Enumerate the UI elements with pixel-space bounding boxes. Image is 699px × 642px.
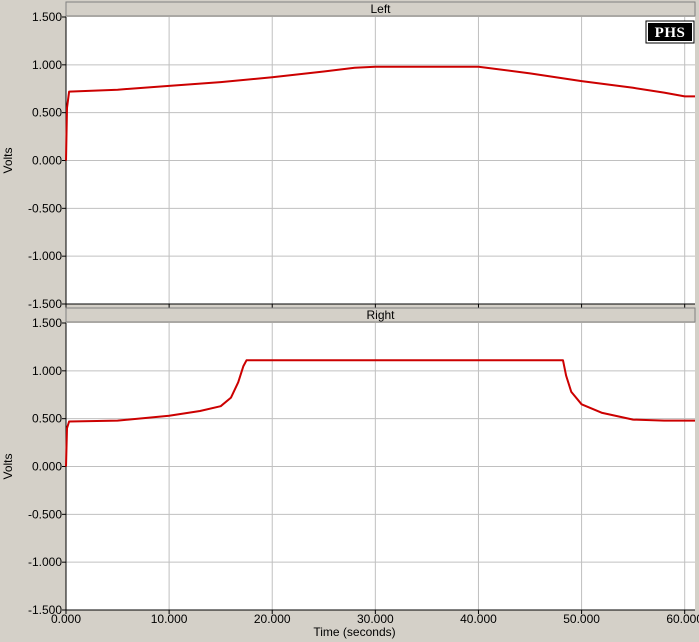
chart-panel-1: Right-1.500-1.000-0.5000.0000.5001.0001.…	[1, 307, 699, 639]
x-tick-label: 60.000	[666, 612, 699, 626]
x-tick-label: 30.000	[357, 612, 394, 626]
x-axis-label: Time (seconds)	[313, 625, 395, 639]
y-tick-label: -1.500	[28, 297, 62, 311]
phs-logo: PHS	[645, 20, 695, 44]
x-tick-label: 10.000	[151, 612, 188, 626]
y-tick-label: -1.000	[28, 555, 62, 569]
y-tick-label: 1.000	[32, 58, 62, 72]
x-tick-label: 20.000	[254, 612, 291, 626]
y-tick-label: 0.500	[32, 412, 62, 426]
y-axis-label: Volts	[1, 453, 15, 479]
y-tick-label: 1.500	[32, 316, 62, 330]
y-tick-label: 1.000	[32, 364, 62, 378]
x-tick-label: 0.000	[51, 612, 81, 626]
phs-logo-text: PHS	[655, 25, 686, 41]
x-tick-label: 50.000	[563, 612, 600, 626]
y-tick-label: 0.500	[32, 106, 62, 120]
y-tick-label: 0.000	[32, 460, 62, 474]
x-tick-label: 40.000	[460, 612, 497, 626]
panel-title: Left	[370, 2, 391, 16]
y-tick-label: 1.500	[32, 10, 62, 24]
chart-window: Left -1.500 -1.000 -0.500 0.000 0.500 1.000 1.5…	[0, 0, 699, 642]
y-tick-label: -0.500	[28, 201, 62, 215]
panel-title: Right	[366, 308, 395, 322]
chart-svg: Left -1.500 -1.000 -0.500 0.000 0.500 1.000 1.5…	[1, 1, 699, 639]
y-tick-label: -1.000	[28, 249, 62, 263]
y-tick-label: -0.500	[28, 507, 62, 521]
y-axis-label: Volts	[1, 147, 15, 173]
chart-panel-0: Left -1.500 -1.000 -0.500 0.000 0.500 1.000 1.5…	[1, 1, 696, 311]
y-tick-label: 0.000	[32, 154, 62, 168]
